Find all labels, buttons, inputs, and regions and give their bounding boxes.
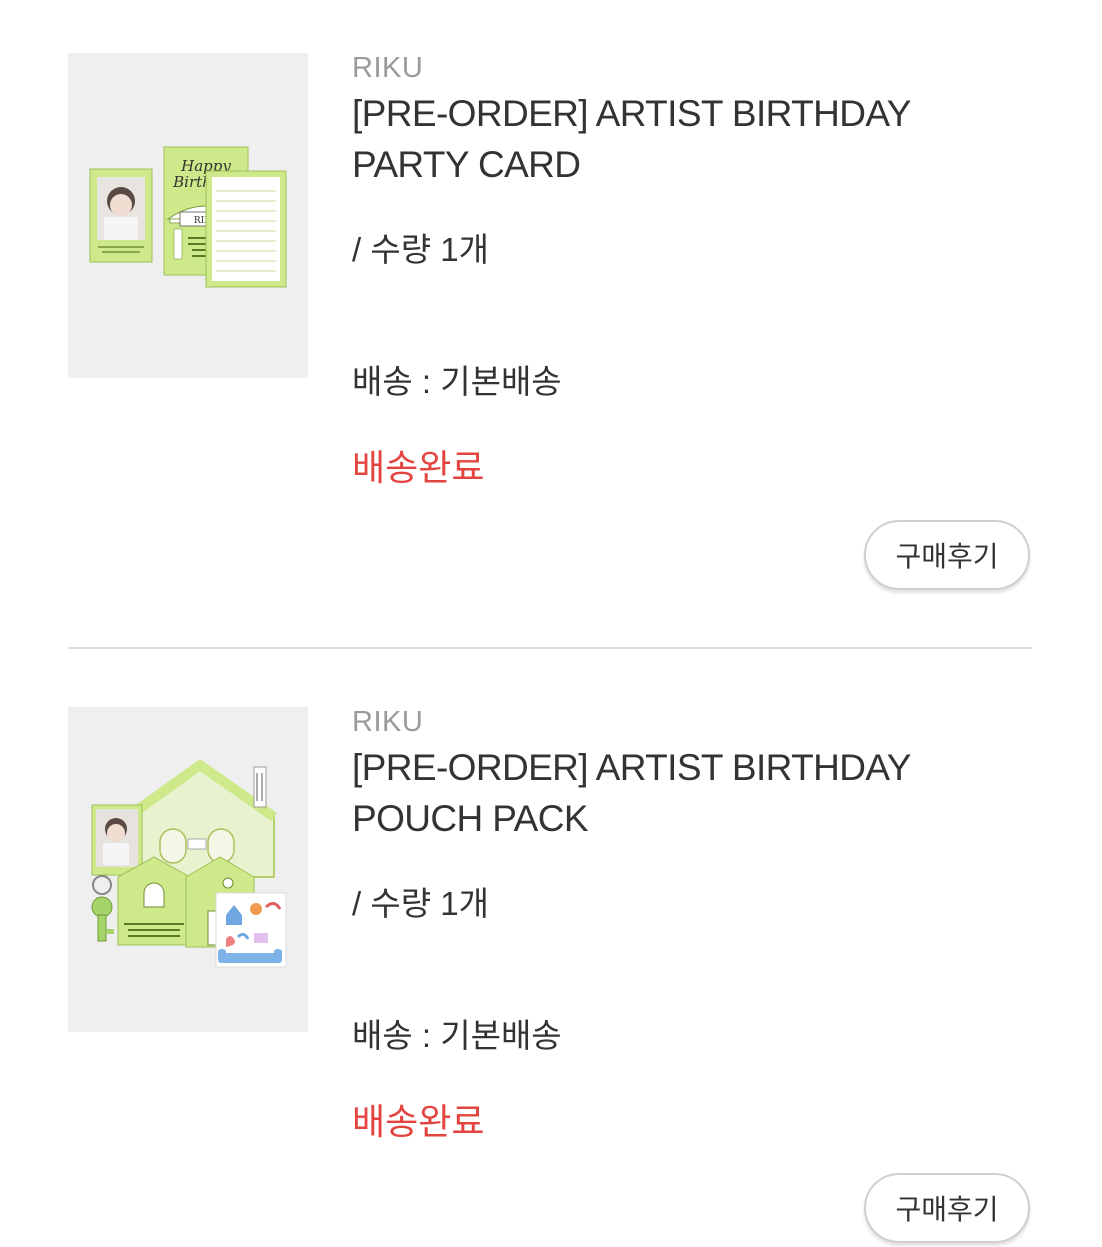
product-title[interactable]: [PRE-ORDER] ARTIST BIRTHDAY POUCH PACK (352, 742, 1012, 844)
product-thumbnail[interactable] (68, 707, 308, 1032)
product-thumbnail[interactable]: Happy Birthday RIKU (68, 53, 308, 378)
product-info: RIKU [PRE-ORDER] ARTIST BIRTHDAY PARTY C… (352, 53, 1032, 593)
divider (68, 647, 1032, 649)
brand-name[interactable]: RIKU (352, 707, 1032, 737)
product-info: RIKU [PRE-ORDER] ARTIST BIRTHDAY POUCH P… (352, 707, 1032, 1247)
quantity-text: / 수량 1개 (352, 885, 489, 922)
quantity-text: / 수량 1개 (352, 231, 489, 268)
shipping-method: 배송 : 기본배송 (352, 363, 562, 400)
delivery-status: 배송완료 (352, 1101, 485, 1142)
brand-name[interactable]: RIKU (352, 53, 1032, 83)
shipping-method: 배송 : 기본배송 (352, 1017, 562, 1054)
birthday-card-image: Happy Birthday RIKU (68, 53, 308, 378)
pouch-pack-image (68, 707, 308, 1032)
delivery-status: 배송완료 (352, 447, 485, 488)
review-button[interactable]: 구매후기 (864, 1173, 1030, 1243)
review-button[interactable]: 구매후기 (864, 520, 1030, 590)
product-title[interactable]: [PRE-ORDER] ARTIST BIRTHDAY PARTY CARD (352, 88, 1012, 190)
